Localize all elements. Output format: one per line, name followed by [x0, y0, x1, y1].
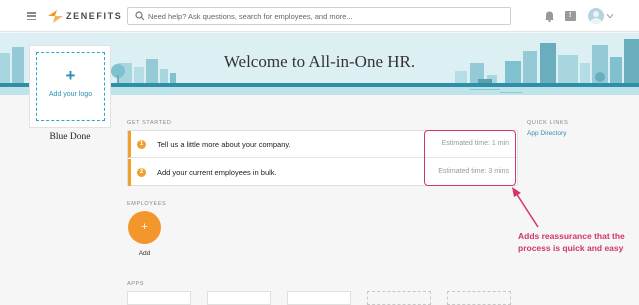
search-input[interactable]	[148, 9, 498, 23]
quick-links-label: QUICK LINKS	[527, 120, 569, 126]
company-logo-card[interactable]: + Add your logo	[29, 45, 111, 128]
menu-icon[interactable]	[27, 12, 36, 21]
task-number-badge: 1	[137, 140, 146, 149]
company-name: Blue Done	[49, 132, 91, 142]
logo-upload-dropzone[interactable]: + Add your logo	[36, 52, 105, 121]
search-icon	[135, 11, 145, 21]
search-bar[interactable]	[127, 7, 511, 25]
annotation-callout: Adds reassurance that the process is qui…	[518, 231, 625, 253]
user-avatar[interactable]	[588, 8, 604, 24]
app-directory-link[interactable]: App Directory	[527, 130, 566, 137]
messages-icon[interactable]: !	[565, 11, 576, 21]
add-logo-plus-icon: +	[65, 66, 76, 85]
zenefits-logo-icon	[48, 9, 63, 23]
add-logo-link[interactable]: Add your logo	[37, 90, 104, 99]
apps-label: APPS	[127, 281, 145, 287]
brand-logo[interactable]: ZENEFITS	[48, 9, 122, 23]
task-title: Tell us a little more about your company…	[157, 140, 291, 149]
get-started-label: GET STARTED	[127, 120, 172, 126]
top-navigation-bar: ZENEFITS !	[0, 0, 639, 32]
estimated-time-highlight-box	[424, 130, 516, 186]
brand-name: ZENEFITS	[66, 11, 123, 21]
task-number-badge: 2	[137, 168, 146, 177]
chevron-down-icon[interactable]	[607, 14, 613, 18]
add-employee-button[interactable]: +	[128, 211, 161, 244]
task-title: Add your current employees in bulk.	[157, 168, 277, 177]
employees-label: EMPLOYEES	[127, 201, 167, 207]
annotation-arrow-icon	[512, 187, 539, 228]
messages-icon-glyph: !	[569, 12, 572, 19]
notification-bell-icon[interactable]	[544, 10, 555, 22]
add-employee-label: Add	[138, 250, 151, 257]
